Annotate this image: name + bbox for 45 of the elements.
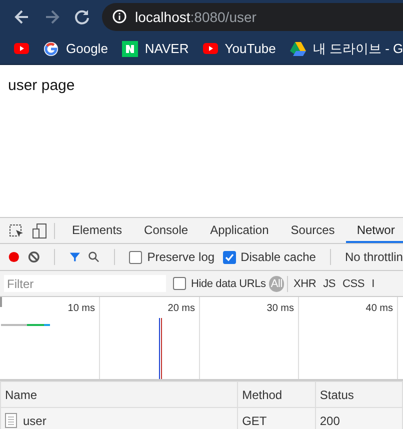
throttling-dropdown[interactable]: No throttlin — [344, 250, 403, 264]
tick-label: 40 ms — [366, 303, 393, 314]
type-filter[interactable]: CSS — [340, 276, 367, 292]
url-text: localhost:8080/user — [135, 8, 256, 24]
tick-label: 20 ms — [168, 303, 195, 314]
play-logo-icon — [202, 43, 218, 54]
filter-icon[interactable] — [68, 250, 80, 264]
tick-label: 30 ms — [266, 303, 294, 314]
address-bar[interactable]: localhost:8080/user — [102, 2, 403, 30]
clear-icon[interactable] — [28, 250, 40, 264]
type-filter[interactable]: XHR — [291, 276, 318, 292]
bookmark[interactable]: NAVER — [122, 40, 189, 56]
devtools-tab[interactable]: Elements — [61, 218, 134, 243]
n-logo-icon — [122, 40, 138, 56]
bookmark[interactable]: Google — [43, 40, 108, 56]
column-header[interactable]: Name — [5, 388, 38, 402]
info-icon[interactable] — [112, 9, 127, 24]
checkbox-label: Preserve log — [147, 250, 215, 264]
g-logo-icon — [43, 40, 59, 56]
play-logo-icon — [14, 43, 29, 54]
checkbox[interactable] — [129, 250, 142, 264]
tick-label: 10 ms — [68, 303, 95, 314]
checkbox-label: Hide data URLs — [191, 278, 266, 290]
table-cell: 200 — [320, 414, 340, 428]
search-icon[interactable] — [88, 250, 100, 264]
bookmark[interactable]: YouTube — [202, 41, 276, 56]
page-text: user page — [8, 77, 75, 94]
overview-handle[interactable] — [0, 297, 2, 307]
checkbox-label: Disable cache — [240, 250, 316, 264]
devtools-tab[interactable]: Application — [199, 218, 280, 243]
triangle-logo-icon — [290, 42, 306, 56]
inspect-icon[interactable] — [8, 222, 24, 238]
type-filter[interactable]: JS — [321, 276, 338, 292]
devtools-tab[interactable]: Sources — [280, 218, 346, 243]
type-filter[interactable]: I — [370, 276, 376, 292]
table-cell: GET — [242, 414, 267, 428]
filter-field[interactable]: Filter — [4, 275, 166, 292]
checkbox[interactable] — [173, 277, 186, 290]
checkbox[interactable] — [222, 250, 236, 264]
record-icon[interactable] — [8, 250, 20, 264]
device-icon[interactable] — [32, 222, 48, 238]
table-cell[interactable]: user — [23, 414, 46, 428]
event-marker-lines — [159, 318, 162, 379]
devtools-tab[interactable]: Console — [133, 218, 200, 243]
bookmark[interactable]: 내 드라이브 - G — [290, 40, 403, 58]
